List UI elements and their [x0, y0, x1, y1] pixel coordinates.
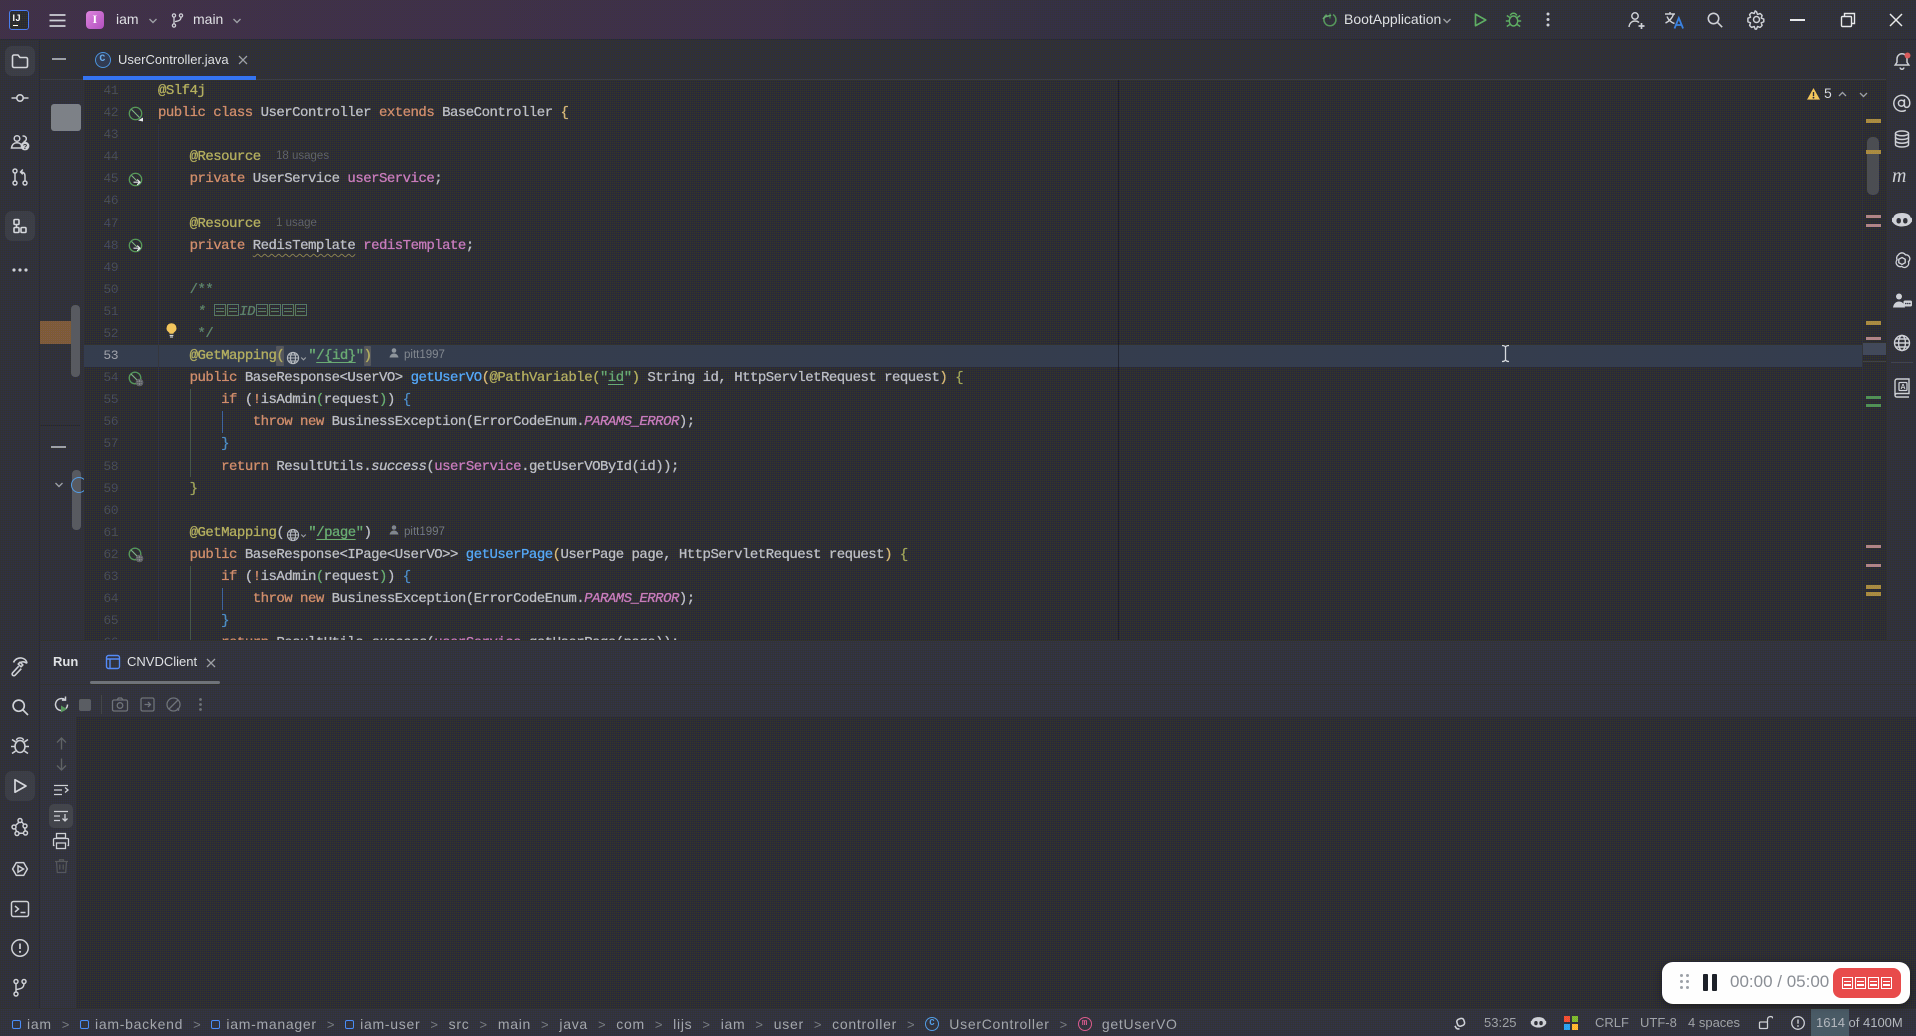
svg-text:A: A: [1900, 384, 1905, 391]
svg-text:?: ?: [23, 142, 28, 151]
